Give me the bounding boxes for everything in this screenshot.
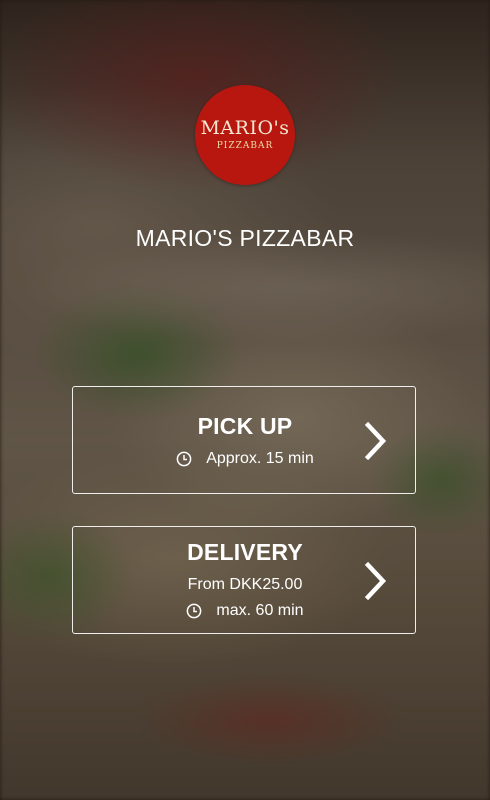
order-type-screen: MARIO's PIZZABAR MARIO'S PIZZABAR PICK U… [0,0,490,800]
pickup-button[interactable]: PICK UP Approx. 15 min [72,386,416,494]
pickup-time: Approx. 15 min [206,450,314,467]
delivery-time: max. 60 min [216,602,304,619]
restaurant-logo: MARIO's PIZZABAR [195,85,295,185]
restaurant-name: MARIO'S PIZZABAR [135,225,355,251]
chevron-right-icon [363,421,389,461]
clock-icon [186,603,202,619]
clock-icon [176,451,192,467]
logo-subtext: PIZZABAR [216,141,274,151]
delivery-button[interactable]: DELIVERY From DKK25.00 max. 60 min [72,526,416,634]
chevron-right-icon [363,561,389,601]
logo-text: MARIO's [200,117,290,139]
